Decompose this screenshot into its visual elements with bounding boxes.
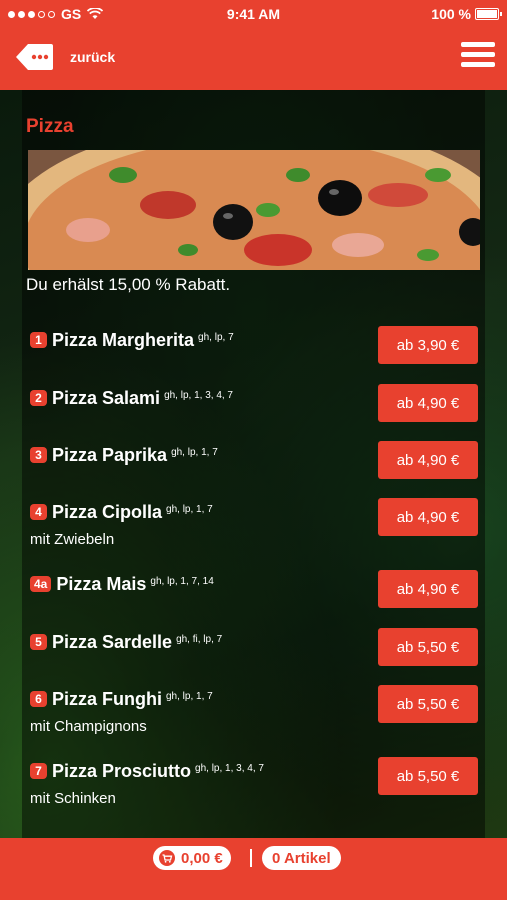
item-name: Pizza Salami	[52, 388, 161, 408]
menu-item[interactable]: 6 Pizza Funghi gh, lp, 1, 7 mit Champignon…	[30, 685, 478, 735]
menu-item[interactable]: 2 Pizza Salami gh, lp, 1, 3, 4, 7 ab 4,90 …	[30, 384, 478, 422]
menu-item[interactable]: 4a Pizza Mais gh, lp, 1, 7, 14 ab 4,90 €	[30, 570, 478, 608]
item-number-badge: 4a	[30, 575, 52, 592]
item-allergens: gh, lp, 7	[198, 331, 234, 343]
menu-line-icon	[461, 52, 495, 57]
menu-line-icon	[461, 42, 495, 47]
item-name: Pizza Sardelle	[52, 632, 173, 652]
cart-total: 0,00 €	[181, 849, 223, 867]
battery-icon	[475, 8, 502, 20]
item-number-badge: 2	[30, 389, 47, 406]
navigation-bar: zurück	[0, 28, 507, 90]
pizza-illustration	[28, 150, 480, 270]
cart-total-button[interactable]: 0,00 €	[153, 846, 231, 870]
back-label: zurück	[70, 49, 116, 65]
menu-item[interactable]: 1 Pizza Margherita gh, lp, 7 ab 3,90 €	[30, 326, 478, 364]
status-bar: GS 9:41 AM 100 %	[0, 0, 507, 28]
item-name: Pizza Mais	[56, 574, 147, 594]
item-name: Pizza Paprika	[52, 445, 168, 465]
cart-icon	[159, 850, 175, 866]
price-button[interactable]: ab 5,50 €	[378, 757, 478, 795]
footer-divider	[250, 849, 252, 867]
item-allergens: gh, lp, 1, 7, 14	[150, 575, 214, 587]
back-button[interactable]: zurück	[14, 42, 115, 72]
item-number-badge: 1	[30, 331, 47, 348]
article-count-button[interactable]: 0 Artikel	[262, 846, 341, 870]
menu-item[interactable]: 7 Pizza Prosciutto gh, lp, 1, 3, 4, 7 mit …	[30, 757, 478, 807]
pizza-hero-image	[28, 150, 480, 270]
item-allergens: gh, lp, 1, 7	[171, 446, 218, 458]
cart-footer: 0,00 € 0 Artikel	[0, 838, 507, 900]
item-name: Pizza Funghi	[52, 689, 162, 709]
item-number-badge: 7	[30, 762, 47, 779]
battery-percent: 100 %	[431, 6, 471, 22]
item-allergens: gh, lp, 1, 7	[166, 690, 213, 702]
price-button[interactable]: ab 4,90 €	[378, 498, 478, 536]
back-tag-icon	[16, 44, 53, 70]
discount-notice: Du erhälst 15,00 % Rabatt.	[26, 275, 231, 294]
item-allergens: gh, lp, 1, 3, 4, 7	[195, 762, 264, 774]
price-button[interactable]: ab 4,90 €	[378, 441, 478, 479]
item-name: Pizza Margherita	[52, 330, 195, 350]
article-count: 0 Artikel	[272, 849, 331, 867]
section-title: Pizza	[26, 116, 74, 137]
item-number-badge: 4	[30, 503, 47, 520]
price-button[interactable]: ab 4,90 €	[378, 384, 478, 422]
item-allergens: gh, lp, 1, 3, 4, 7	[164, 389, 233, 401]
item-name: Pizza Cipolla	[52, 502, 163, 522]
item-number-badge: 6	[30, 690, 47, 707]
item-allergens: gh, fi, lp, 7	[176, 633, 223, 645]
menu-item[interactable]: 5 Pizza Sardelle gh, fi, lp, 7 ab 5,50 €	[30, 628, 478, 666]
item-number-badge: 3	[30, 446, 47, 463]
price-button[interactable]: ab 5,50 €	[378, 628, 478, 666]
price-button[interactable]: ab 3,90 €	[378, 326, 478, 364]
menu-item[interactable]: 4 Pizza Cipolla gh, lp, 1, 7 mit Zwiebeln …	[30, 498, 478, 548]
battery-indicator: 100 %	[431, 6, 502, 22]
menu-line-icon	[461, 62, 495, 67]
hamburger-menu-button[interactable]	[461, 42, 495, 72]
item-number-badge: 5	[30, 633, 47, 650]
item-name: Pizza Prosciutto	[52, 761, 192, 781]
price-button[interactable]: ab 4,90 €	[378, 570, 478, 608]
item-allergens: gh, lp, 1, 7	[166, 503, 213, 515]
menu-item[interactable]: 3 Pizza Paprika gh, lp, 1, 7 ab 4,90 €	[30, 441, 478, 479]
price-button[interactable]: ab 5,50 €	[378, 685, 478, 723]
content-area: Pizza Du erhälst 15,00 % Rabatt. 1 Pizza…	[0, 90, 507, 838]
